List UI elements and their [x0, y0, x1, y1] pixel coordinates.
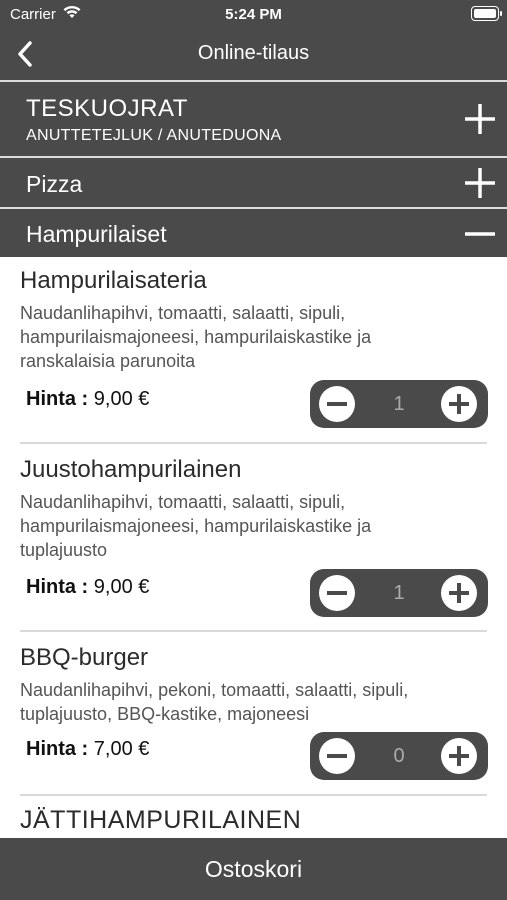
- product-item: Juustohampurilainen Naudanlihapihvi, tom…: [0, 446, 507, 632]
- description-line: hampurilaismajoneesi, hampurilaiskastike…: [20, 327, 372, 347]
- category-header-hampurilaiset[interactable]: Hampurilaiset: [0, 207, 507, 257]
- description-line: Naudanlihapihvi, tomaatti, salaatti, sip…: [20, 303, 346, 323]
- description-line: Naudanlihapihvi, tomaatti, salaatti, sip…: [20, 492, 346, 512]
- category-subtitle: ANUTTETEJLUK / ANUTEDUONA: [26, 127, 282, 144]
- quantity-value: 1: [393, 582, 405, 604]
- decrement-icon[interactable]: [318, 737, 356, 775]
- category-title: Hampurilaiset: [26, 221, 167, 247]
- quantity-stepper: 1: [310, 380, 488, 428]
- product-name: JÄTTIHAMPURILAINEN: [20, 806, 302, 834]
- battery-icon: [471, 6, 502, 21]
- product-name: Hampurilaisateria: [20, 267, 207, 294]
- price-label: Hinta :: [26, 576, 89, 598]
- divider: [20, 794, 487, 796]
- cart-label: Ostoskori: [204, 856, 303, 882]
- product-description: Naudanlihapihvi, tomaatti, salaatti, sip…: [20, 301, 470, 373]
- price-value: 9,00 €: [93, 388, 150, 410]
- decrement-icon[interactable]: [318, 574, 356, 612]
- category-header-teskuojrat[interactable]: TESKUOJRAT ANUTTETEJLUK / ANUTEDUONA: [0, 80, 507, 156]
- status-bar: Carrier 5:24 PM: [0, 0, 507, 28]
- category-title: Pizza: [26, 171, 83, 197]
- minus-icon[interactable]: [463, 217, 497, 251]
- description-line: Naudanlihapihvi, pekoni, tomaatti, salaa…: [20, 680, 409, 700]
- description-line: tuplajuusto, BBQ-kastike, majoneesi: [20, 704, 310, 724]
- product-price: Hinta : 9,00 €: [26, 388, 149, 411]
- increment-icon[interactable]: [440, 385, 478, 423]
- price-value: 9,00 €: [93, 576, 150, 598]
- product-price: Hinta : 7,00 €: [26, 738, 149, 761]
- product-name: BBQ-burger: [20, 644, 149, 671]
- quantity-stepper: 0: [310, 732, 488, 780]
- price-label: Hinta :: [26, 388, 89, 410]
- category-header-pizza[interactable]: Pizza: [0, 156, 507, 207]
- increment-icon[interactable]: [440, 737, 478, 775]
- product-item: Hampurilaisateria Naudanlihapihvi, tomaa…: [0, 257, 507, 445]
- cart-button[interactable]: Ostoskori: [0, 838, 507, 900]
- product-description: Naudanlihapihvi, tomaatti, salaatti, sip…: [20, 490, 470, 562]
- quantity-value: 1: [393, 393, 405, 415]
- product-price: Hinta : 9,00 €: [26, 576, 149, 599]
- product-description: Naudanlihapihvi, pekoni, tomaatti, salaa…: [20, 678, 470, 726]
- category-title: TESKUOJRAT: [26, 95, 188, 122]
- quantity-stepper: 1: [310, 569, 488, 617]
- description-line: ranskalaisia parunoita: [20, 351, 196, 371]
- quantity-value: 0: [393, 745, 405, 767]
- status-time: 5:24 PM: [225, 6, 282, 23]
- decrement-icon[interactable]: [318, 385, 356, 423]
- description-line: tuplajuusto: [20, 540, 108, 560]
- divider: [20, 442, 487, 444]
- price-label: Hinta :: [26, 738, 89, 760]
- nav-bar: Online-tilaus: [0, 28, 507, 80]
- product-item: BBQ-burger Naudanlihapihvi, pekoni, toma…: [0, 634, 507, 796]
- price-value: 7,00 €: [93, 738, 150, 760]
- description-line: hampurilaismajoneesi, hampurilaiskastike…: [20, 516, 372, 536]
- plus-icon[interactable]: [463, 102, 497, 136]
- product-name: Juustohampurilainen: [20, 456, 242, 483]
- plus-icon[interactable]: [463, 166, 497, 200]
- page-title: Online-tilaus: [197, 42, 310, 64]
- increment-icon[interactable]: [440, 574, 478, 612]
- divider: [20, 630, 487, 632]
